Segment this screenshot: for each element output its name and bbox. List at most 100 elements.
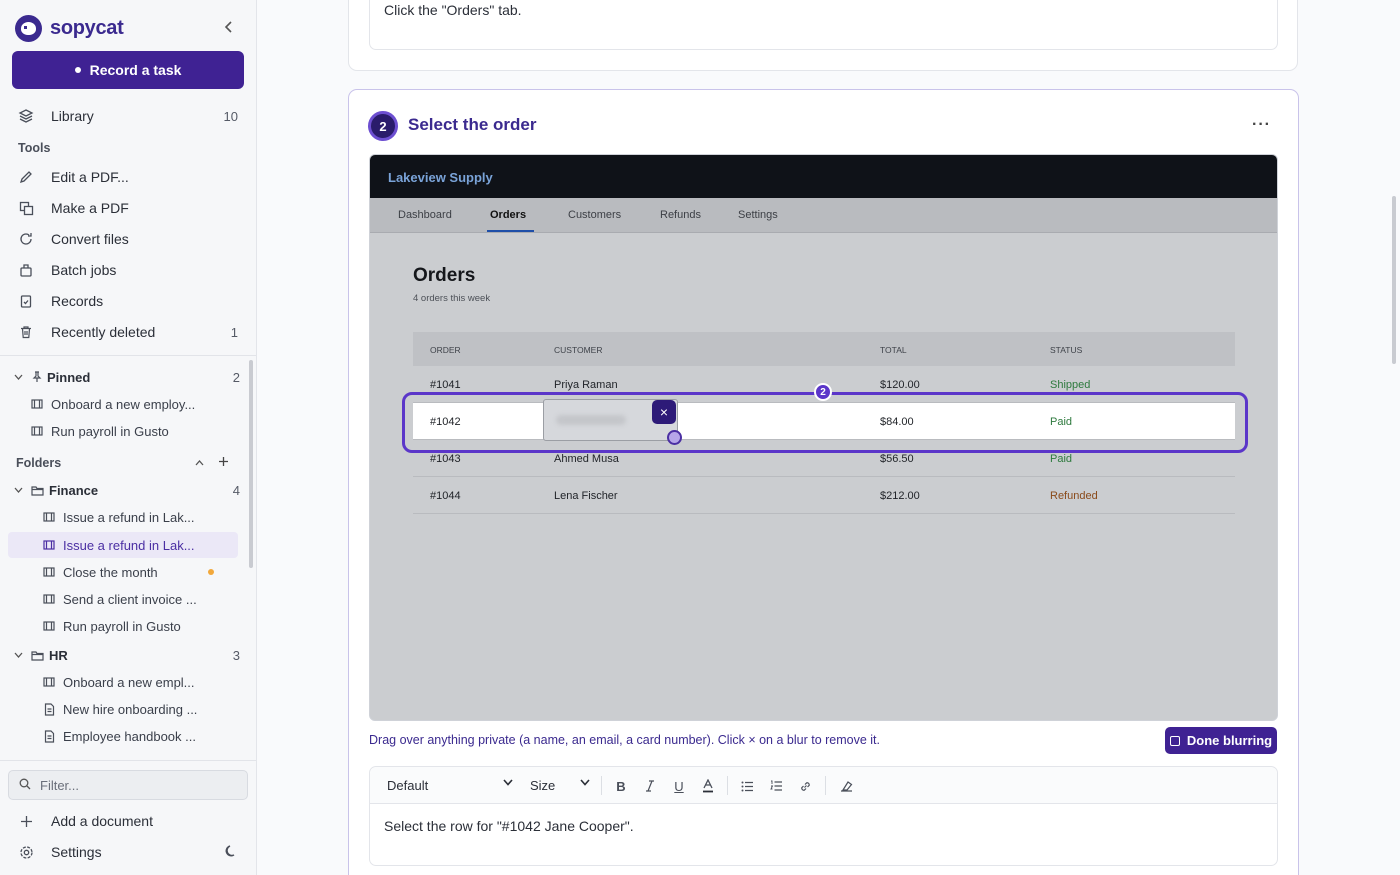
finance-item[interactable]: Run payroll in Gusto xyxy=(8,613,248,639)
brand[interactable]: sopycat xyxy=(15,14,124,42)
step-description-text: Select the row for "#1042 Jane Cooper". xyxy=(384,818,634,834)
chevron-down-icon xyxy=(14,650,23,661)
hr-item-label: Onboard a new empl... xyxy=(63,674,195,690)
bullet-list-icon[interactable] xyxy=(738,777,756,795)
folder-finance-label: Finance xyxy=(49,482,99,498)
sidebar-scrollbar[interactable] xyxy=(249,360,253,568)
hr-item[interactable]: Employee handbook ... xyxy=(8,723,248,749)
folder-hr[interactable]: HR 3 xyxy=(8,642,248,668)
step-description-editor[interactable]: Default Size B U Select the row for "#10… xyxy=(369,766,1278,866)
total-cell: $120.00 xyxy=(880,379,920,391)
main-scrollbar[interactable] xyxy=(1392,196,1396,364)
chevron-up-icon[interactable] xyxy=(195,458,204,469)
screenshot-page-title: Orders xyxy=(413,265,476,286)
copy-icon xyxy=(18,200,34,216)
step-title[interactable]: Select the order xyxy=(408,115,537,135)
italic-icon[interactable] xyxy=(641,777,659,795)
finance-item[interactable]: Send a client invoice ... xyxy=(8,586,248,612)
finance-item[interactable]: Issue a refund in Lak... xyxy=(8,504,248,530)
records-label: Records xyxy=(51,293,104,309)
toolbar-divider xyxy=(601,776,602,795)
tools-heading: Tools xyxy=(18,141,51,155)
active-tab-underline xyxy=(487,230,534,232)
status-cell: Refunded xyxy=(1050,490,1098,502)
add-folder-icon[interactable] xyxy=(218,454,229,471)
record-task-label: Record a task xyxy=(89,62,182,78)
folder-icon xyxy=(30,648,44,662)
finance-item-label: Issue a refund in Lak... xyxy=(63,509,195,525)
previous-step-text: Click the "Orders" tab. xyxy=(384,2,522,18)
screenshot-tab-refunds: Refunds xyxy=(660,209,701,221)
finance-item-active[interactable]: Issue a refund in Lak... xyxy=(8,532,238,558)
previous-step-text-box[interactable]: Click the "Orders" tab. xyxy=(369,0,1278,50)
clipboard-check-icon xyxy=(18,293,34,309)
brand-name: sopycat xyxy=(50,16,124,39)
finance-item-label: Close the month xyxy=(63,564,158,580)
folder-hr-count: 3 xyxy=(232,647,240,663)
numbered-list-icon[interactable] xyxy=(767,777,785,795)
make-pdf-label: Make a PDF xyxy=(51,200,129,216)
font-select[interactable]: Default xyxy=(387,778,428,793)
film-icon xyxy=(42,510,56,524)
done-blurring-button[interactable]: Done blurring xyxy=(1165,727,1277,754)
plus-icon xyxy=(18,813,34,829)
screenshot-tab-dashboard: Dashboard xyxy=(398,209,452,221)
pinned-item[interactable]: Run payroll in Gusto xyxy=(8,418,248,444)
sidebar-item-make-pdf[interactable]: Make a PDF xyxy=(10,194,246,222)
column-header: ORDER xyxy=(430,345,461,355)
clear-format-icon[interactable] xyxy=(837,777,855,795)
more-options-icon[interactable]: ··· xyxy=(1252,116,1272,134)
click-target-highlight[interactable] xyxy=(402,392,1248,453)
finance-item[interactable]: Close the month xyxy=(8,559,248,585)
order-cell: #1043 xyxy=(430,453,461,465)
hr-item[interactable]: New hire onboarding ... xyxy=(8,696,248,722)
hr-item[interactable]: Onboard a new empl... xyxy=(8,669,248,695)
moon-icon[interactable] xyxy=(224,844,240,860)
screenshot-app-header: Lakeview Supply xyxy=(370,155,1277,198)
sidebar-item-recently-deleted[interactable]: Recently deleted 1 xyxy=(10,318,246,346)
settings-button[interactable]: Settings xyxy=(10,838,246,866)
pencil-icon xyxy=(18,169,34,185)
recently-deleted-label: Recently deleted xyxy=(51,324,156,340)
underline-icon[interactable]: U xyxy=(670,777,688,795)
chevron-down-icon[interactable] xyxy=(580,777,590,789)
trash-icon xyxy=(18,324,34,340)
sidebar-item-records[interactable]: Records xyxy=(10,287,246,315)
step-screenshot[interactable]: Lakeview Supply Dashboard Orders Custome… xyxy=(369,154,1278,721)
blur-resize-handle[interactable] xyxy=(667,430,682,445)
step-number-badge: 2 xyxy=(368,111,398,141)
finance-item-label: Send a client invoice ... xyxy=(63,591,197,607)
sidebar: sopycat Record a task Library 10 Tools E… xyxy=(0,0,257,875)
filter-input[interactable]: Filter... xyxy=(8,770,248,800)
text-color-icon[interactable] xyxy=(699,777,717,795)
document-icon xyxy=(42,702,56,716)
pinned-item[interactable]: Onboard a new employ... xyxy=(8,391,248,417)
customer-cell: Ahmed Musa xyxy=(554,453,619,465)
pinned-count: 2 xyxy=(232,369,240,385)
record-task-button[interactable]: Record a task xyxy=(12,51,244,89)
add-document-button[interactable]: Add a document xyxy=(10,807,246,835)
folder-finance[interactable]: Finance 4 xyxy=(8,477,248,503)
chevron-down-icon xyxy=(14,485,23,496)
screenshot-tab-customers: Customers xyxy=(568,209,622,221)
size-select[interactable]: Size xyxy=(530,778,555,793)
pinned-header[interactable]: Pinned 2 xyxy=(8,364,248,390)
blur-grid-icon xyxy=(1169,735,1180,746)
gear-icon xyxy=(18,844,34,860)
order-cell: #1044 xyxy=(430,490,461,502)
sidebar-item-library[interactable]: Library 10 xyxy=(10,102,246,130)
sidebar-item-edit-pdf[interactable]: Edit a PDF... xyxy=(10,163,246,191)
blur-hint-text: Drag over anything private (a name, an e… xyxy=(369,733,880,747)
remove-blur-button[interactable]: × xyxy=(652,400,676,424)
bag-icon xyxy=(18,262,34,278)
sidebar-item-batch-jobs[interactable]: Batch jobs xyxy=(10,256,246,284)
screenshot-nav: Dashboard Orders Customers Refunds Setti… xyxy=(370,198,1277,233)
column-header: STATUS xyxy=(1050,345,1083,355)
link-icon[interactable] xyxy=(796,777,814,795)
collapse-sidebar-icon[interactable] xyxy=(221,18,237,36)
customer-cell: Priya Raman xyxy=(554,379,618,391)
bold-icon[interactable]: B xyxy=(612,777,630,795)
sidebar-item-convert-files[interactable]: Convert files xyxy=(10,225,246,253)
chevron-down-icon[interactable] xyxy=(503,777,513,789)
screenshot-brand: Lakeview Supply xyxy=(388,170,493,185)
